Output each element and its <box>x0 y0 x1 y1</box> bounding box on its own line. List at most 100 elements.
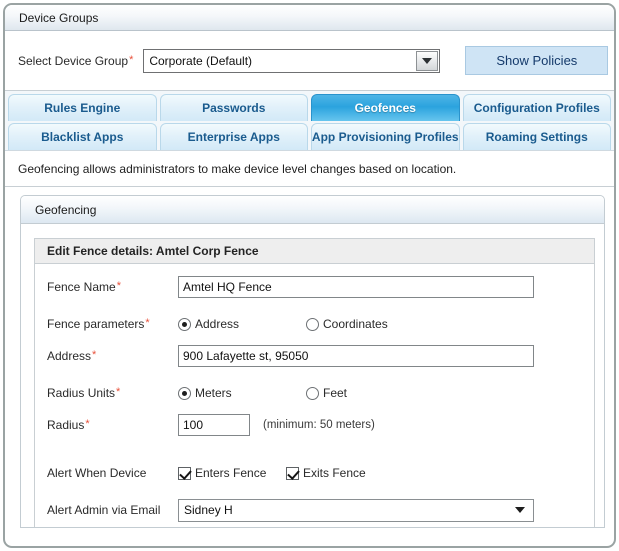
radius-hint: (minimum: 50 meters) <box>263 419 375 431</box>
field-row-radius-units: Radius Units* Meters Feet <box>35 380 594 406</box>
tab-rules-engine[interactable]: Rules Engine <box>8 94 157 121</box>
required-asterisk: * <box>85 418 89 430</box>
address-label: Address* <box>47 349 178 363</box>
show-policies-button[interactable]: Show Policies <box>465 46 608 75</box>
required-asterisk: * <box>145 317 149 329</box>
spacer <box>35 486 594 497</box>
window-titlebar: Device Groups <box>5 5 614 31</box>
tab-enterprise-apps[interactable]: Enterprise Apps <box>160 123 309 150</box>
required-asterisk: * <box>129 54 133 66</box>
window-title: Device Groups <box>19 11 98 25</box>
radio-feet-icon <box>306 387 319 400</box>
edit-fence-body: Fence Name* Fence parameters* Address <box>35 264 594 528</box>
geofencing-panel-body: Edit Fence details: Amtel Corp Fence Fen… <box>21 224 604 528</box>
alert-admin-email-control: Sidney H <box>178 499 534 522</box>
radio-meters[interactable]: Meters <box>178 386 306 400</box>
fence-parameters-label-text: Fence parameters <box>47 317 144 331</box>
radio-feet[interactable]: Feet <box>306 386 347 400</box>
alert-admin-email-label-text: Alert Admin via Email <box>47 503 160 517</box>
spacer <box>35 369 594 380</box>
show-policies-label: Show Policies <box>496 53 577 68</box>
device-group-dropdown[interactable]: Corporate (Default) <box>143 49 440 73</box>
radius-control: (minimum: 50 meters) <box>178 414 375 436</box>
radius-label-text: Radius <box>47 418 84 432</box>
tab-enterprise-apps-label: Enterprise Apps <box>188 130 280 144</box>
fence-name-label: Fence Name* <box>47 280 178 294</box>
tab-configuration-profiles[interactable]: Configuration Profiles <box>463 94 612 121</box>
alert-when-device-label-text: Alert When Device <box>47 466 146 480</box>
chevron-down-icon <box>422 58 432 64</box>
radio-address[interactable]: Address <box>178 317 306 331</box>
device-group-selected-value: Corporate (Default) <box>149 54 252 68</box>
field-row-alert-when-device: Alert When Device Enters Fence Exits Fen… <box>35 460 594 486</box>
alert-when-device-control: Enters Fence Exits Fence <box>178 466 366 480</box>
spacer <box>35 523 594 528</box>
edit-fence-fieldset: Edit Fence details: Amtel Corp Fence Fen… <box>34 238 595 528</box>
tab-blacklist-apps[interactable]: Blacklist Apps <box>8 123 157 150</box>
select-device-group-label: Select Device Group* <box>18 54 133 68</box>
radius-units-label: Radius Units* <box>47 386 178 400</box>
required-asterisk: * <box>117 280 121 292</box>
alert-admin-email-selected-value: Sidney H <box>184 503 233 517</box>
checkbox-exits-fence-label: Exits Fence <box>303 466 366 480</box>
tab-passwords-label: Passwords <box>202 101 265 115</box>
tab-roaming-settings-label: Roaming Settings <box>486 130 588 144</box>
chevron-down-icon <box>515 507 525 513</box>
geofencing-description: Geofencing allows administrators to make… <box>5 151 614 187</box>
tab-rules-engine-label: Rules Engine <box>44 101 120 115</box>
radio-coordinates-label: Coordinates <box>323 317 388 331</box>
tab-configuration-profiles-label: Configuration Profiles <box>474 101 600 115</box>
field-row-fence-parameters: Fence parameters* Address Coordinates <box>35 311 594 337</box>
radio-coordinates-icon <box>306 318 319 331</box>
dropdown-arrow-button[interactable] <box>416 51 438 71</box>
tab-bar: Rules Engine Passwords Geofences Configu… <box>5 91 614 151</box>
geofencing-panel-title: Geofencing <box>35 203 96 217</box>
radio-address-label: Address <box>195 317 239 331</box>
radius-units-control: Meters Feet <box>178 386 347 400</box>
edit-fence-header-label: Edit Fence details: Amtel Corp Fence <box>47 244 259 258</box>
address-label-text: Address <box>47 349 91 363</box>
checkbox-enters-fence[interactable]: Enters Fence <box>178 466 286 480</box>
required-asterisk: * <box>116 386 120 398</box>
field-row-alert-admin-email: Alert Admin via Email Sidney H <box>35 497 594 523</box>
radius-input[interactable] <box>178 414 250 436</box>
radius-units-label-text: Radius Units <box>47 386 115 400</box>
geofencing-description-text: Geofencing allows administrators to make… <box>18 162 456 176</box>
fence-parameters-label: Fence parameters* <box>47 317 178 331</box>
tab-app-provisioning-profiles[interactable]: App Provisioning Profiles <box>311 123 460 150</box>
tab-app-provisioning-profiles-label: App Provisioning Profiles <box>312 130 459 144</box>
radio-address-icon <box>178 318 191 331</box>
tab-blacklist-apps-label: Blacklist Apps <box>41 130 123 144</box>
edit-fence-header: Edit Fence details: Amtel Corp Fence <box>35 239 594 264</box>
alert-admin-email-select[interactable]: Sidney H <box>178 499 534 522</box>
fence-name-control <box>178 276 534 298</box>
required-asterisk: * <box>92 349 96 361</box>
device-groups-window: Device Groups Select Device Group* Corpo… <box>3 3 616 548</box>
geofencing-panel-header: Geofencing <box>21 196 604 224</box>
tab-geofences-label: Geofences <box>355 101 416 115</box>
radio-coordinates[interactable]: Coordinates <box>306 317 388 331</box>
address-control <box>178 345 534 367</box>
address-input[interactable] <box>178 345 534 367</box>
radio-meters-label: Meters <box>195 386 232 400</box>
tab-row-1: Rules Engine Passwords Geofences Configu… <box>5 94 614 121</box>
tab-geofences[interactable]: Geofences <box>311 94 460 121</box>
fence-parameters-control: Address Coordinates <box>178 317 388 331</box>
field-row-fence-name: Fence Name* <box>35 274 594 300</box>
fence-name-input[interactable] <box>178 276 534 298</box>
checkbox-exits-fence[interactable]: Exits Fence <box>286 466 366 480</box>
tab-roaming-settings[interactable]: Roaming Settings <box>463 123 612 150</box>
select-device-group-label-text: Select Device Group <box>18 54 128 68</box>
alert-when-device-label: Alert When Device <box>47 466 178 480</box>
radio-meters-icon <box>178 387 191 400</box>
field-row-address: Address* <box>35 343 594 369</box>
alert-admin-email-label: Alert Admin via Email <box>47 503 178 517</box>
fence-name-label-text: Fence Name <box>47 280 116 294</box>
checkbox-exits-fence-icon <box>286 467 299 480</box>
spacer <box>35 438 594 449</box>
tab-passwords[interactable]: Passwords <box>160 94 309 121</box>
checkbox-enters-fence-icon <box>178 467 191 480</box>
radius-label: Radius* <box>47 418 178 432</box>
field-row-radius: Radius* (minimum: 50 meters) <box>35 412 594 438</box>
spacer <box>35 300 594 311</box>
